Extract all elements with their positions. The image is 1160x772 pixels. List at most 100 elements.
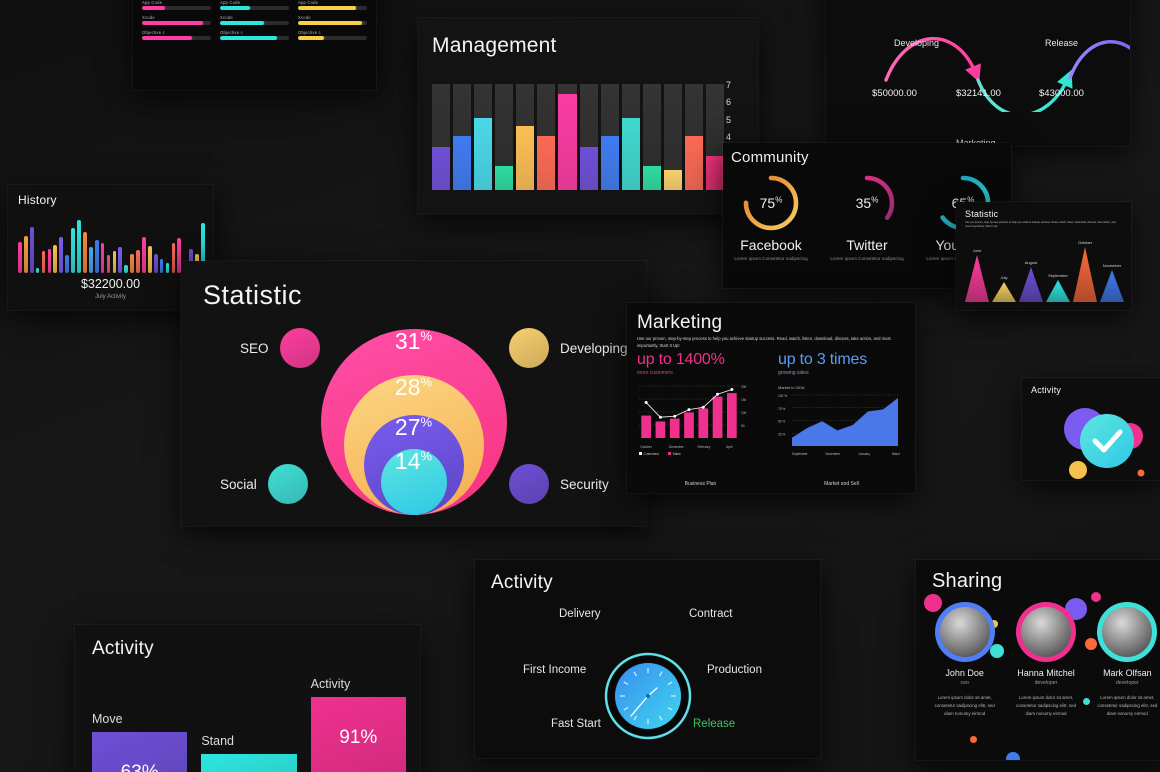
management-bar bbox=[516, 125, 535, 190]
team-step-label: Release bbox=[1045, 38, 1079, 48]
gauge-step-label[interactable]: Release bbox=[693, 718, 735, 730]
card-sharing[interactable]: Sharing John Doe ceo Lorem ipsum dolor sit… bbox=[916, 560, 1160, 760]
history-bar bbox=[147, 245, 152, 273]
skill-progress-fill bbox=[298, 36, 325, 40]
sharing-person[interactable]: Hanna Mitchel developer Lorem ipsum dolor … bbox=[1005, 598, 1091, 718]
statistic-ring-value: 14% bbox=[394, 448, 433, 474]
skill-column: Alex RayUI DesignApp CodeXcodeObjective … bbox=[220, 0, 289, 45]
activity-bar-chart: Move 63% Stand Activity 91% bbox=[92, 677, 406, 772]
person-bio: Lorem ipsum dolor sit amet, consetetur s… bbox=[1097, 695, 1158, 716]
skill-row: App Code bbox=[142, 0, 211, 10]
history-bar bbox=[88, 247, 93, 273]
donut-chart: 35% bbox=[837, 173, 897, 233]
management-bar-slot bbox=[684, 84, 704, 190]
donut-value: 75 bbox=[759, 195, 776, 211]
statistic-legend-item[interactable]: SEO bbox=[240, 328, 320, 368]
skill-progress-track bbox=[220, 36, 289, 40]
management-bar-slot bbox=[621, 84, 640, 190]
skill-row: App Code bbox=[220, 0, 289, 10]
management-bar-slot bbox=[474, 84, 493, 190]
card-marketing[interactable]: Marketing Use our proven, step-by-step p… bbox=[627, 303, 915, 493]
card-statistic-triangles[interactable]: Statistic Use our proven, step-by-step p… bbox=[956, 202, 1131, 310]
svg-text:Sales: Sales bbox=[673, 452, 681, 456]
sharing-person[interactable]: Mark Olfsan developer Lorem ipsum dolor si… bbox=[1084, 592, 1160, 718]
statistic-legend-item[interactable]: Security bbox=[509, 464, 609, 504]
skill-row: Xcode bbox=[298, 15, 367, 25]
legend-color-dot bbox=[509, 464, 549, 504]
community-item[interactable]: 35% Twitter Lorem ipsum Consetetur sadipsc… bbox=[819, 173, 915, 263]
marketing-left-panel: up to 1400% more customers 50 100 150 200 Oc… bbox=[637, 351, 764, 487]
axis-tick: 7 bbox=[726, 80, 732, 90]
svg-text:November: November bbox=[825, 452, 841, 456]
skill-row: Objective c bbox=[298, 30, 367, 40]
decorative-blob bbox=[970, 736, 977, 743]
skill-progress-fill bbox=[298, 21, 363, 25]
skill-progress-fill bbox=[220, 6, 251, 10]
history-bar bbox=[136, 249, 140, 273]
donut-unit: % bbox=[775, 195, 783, 205]
svg-text:December: December bbox=[669, 445, 685, 449]
statistic-legend-item[interactable]: Social bbox=[220, 464, 308, 504]
decorative-blob bbox=[1090, 592, 1101, 602]
card-activity-check[interactable]: Activity bbox=[1022, 378, 1160, 480]
team-step-label: Developing bbox=[894, 38, 940, 48]
card-activity-gauge[interactable]: Activity Delivery Contract First Income Pro… bbox=[475, 560, 820, 758]
card-skills[interactable]: Jane CooperUI DesignApp CodeXcodeObjecti… bbox=[133, 0, 376, 90]
card-management[interactable]: Management 1234567 bbox=[418, 18, 758, 214]
triangles-chart: June July August September October November bbox=[965, 234, 1124, 302]
activity-bar[interactable]: 91% bbox=[310, 697, 406, 772]
triangle-label: August bbox=[1024, 260, 1038, 265]
management-bar-slot bbox=[600, 84, 619, 190]
skill-label: Xcode bbox=[142, 14, 155, 20]
activity-bar-column: Activity 91% bbox=[310, 677, 406, 772]
person-bio: Lorem ipsum dolor sit amet, consetetur s… bbox=[934, 695, 995, 716]
axis-tick: 5 bbox=[726, 114, 732, 125]
statistic-legend-item[interactable]: Developing bbox=[509, 328, 628, 368]
gauge-step-label[interactable]: Production bbox=[707, 664, 762, 676]
person-bio: Lorem ipsum dolor sit amet, consetetur s… bbox=[1015, 695, 1077, 716]
card-team[interactable]: Team Use our proven, step-by-step proces… bbox=[826, 0, 1130, 146]
activity-bar-value: 63% bbox=[92, 762, 187, 772]
card-activity-bars[interactable]: Activity Move 63% Stand Activity 91% bbox=[75, 625, 420, 772]
history-bar-chart bbox=[18, 215, 205, 273]
history-bar bbox=[112, 251, 117, 273]
axis-tick: 6 bbox=[726, 97, 732, 108]
skill-row: App Code bbox=[298, 0, 367, 10]
gauge-step-label[interactable]: First Income bbox=[523, 664, 586, 676]
management-bar bbox=[684, 135, 704, 190]
history-bar bbox=[118, 247, 123, 273]
gauge-step-label[interactable]: Delivery bbox=[559, 608, 601, 620]
marketing-right-headline: up to 3 times bbox=[778, 351, 868, 368]
card-statistic[interactable]: Statistic 31% 28% 27% 14% SEO Developing Soci… bbox=[181, 261, 646, 526]
history-title: History bbox=[18, 193, 57, 207]
activity-gauge-title: Activity bbox=[491, 572, 553, 593]
management-title: Management bbox=[432, 34, 557, 57]
activity-bar[interactable]: 63% bbox=[92, 731, 188, 772]
decorative-blob bbox=[1006, 752, 1020, 760]
gauge-step-label[interactable]: Fast Start bbox=[551, 718, 601, 730]
triangle-bar bbox=[1100, 270, 1124, 302]
marketing-left-sub: more customers bbox=[637, 370, 673, 376]
skill-row: Objective c bbox=[142, 30, 211, 40]
management-bar-slot bbox=[706, 84, 725, 190]
statistic-ring-value: 27% bbox=[394, 414, 433, 440]
history-bar bbox=[153, 253, 158, 273]
avatar bbox=[1015, 602, 1076, 662]
triangle-bar bbox=[992, 282, 1016, 302]
statistic-ring-value: 31% bbox=[394, 328, 433, 354]
market-area-chart: 25 % 50 % 75 % 100 % September November Januar… bbox=[778, 393, 905, 463]
decorative-blob bbox=[1084, 638, 1097, 650]
marketing-right-panel: up to 3 times growing sales Market in 20… bbox=[778, 351, 905, 487]
avatar bbox=[934, 602, 995, 662]
management-bar bbox=[621, 118, 640, 190]
history-bar bbox=[59, 236, 64, 273]
community-item[interactable]: 75% Facebook Lorem ipsum Consetetur sadips… bbox=[723, 173, 819, 263]
triangle-bar bbox=[965, 255, 989, 302]
poster-canvas: Jane CooperUI DesignApp CodeXcodeObjecti… bbox=[0, 0, 1160, 772]
gauge-step-label[interactable]: Contract bbox=[689, 608, 732, 620]
svg-text:50 %: 50 % bbox=[778, 420, 785, 424]
donut-value-wrap: 35% bbox=[837, 195, 897, 211]
activity-bar[interactable] bbox=[201, 753, 297, 772]
triangle-column: August bbox=[1019, 234, 1043, 302]
sharing-person[interactable]: John Doe ceo Lorem ipsum dolor sit amet, c… bbox=[924, 594, 1005, 718]
